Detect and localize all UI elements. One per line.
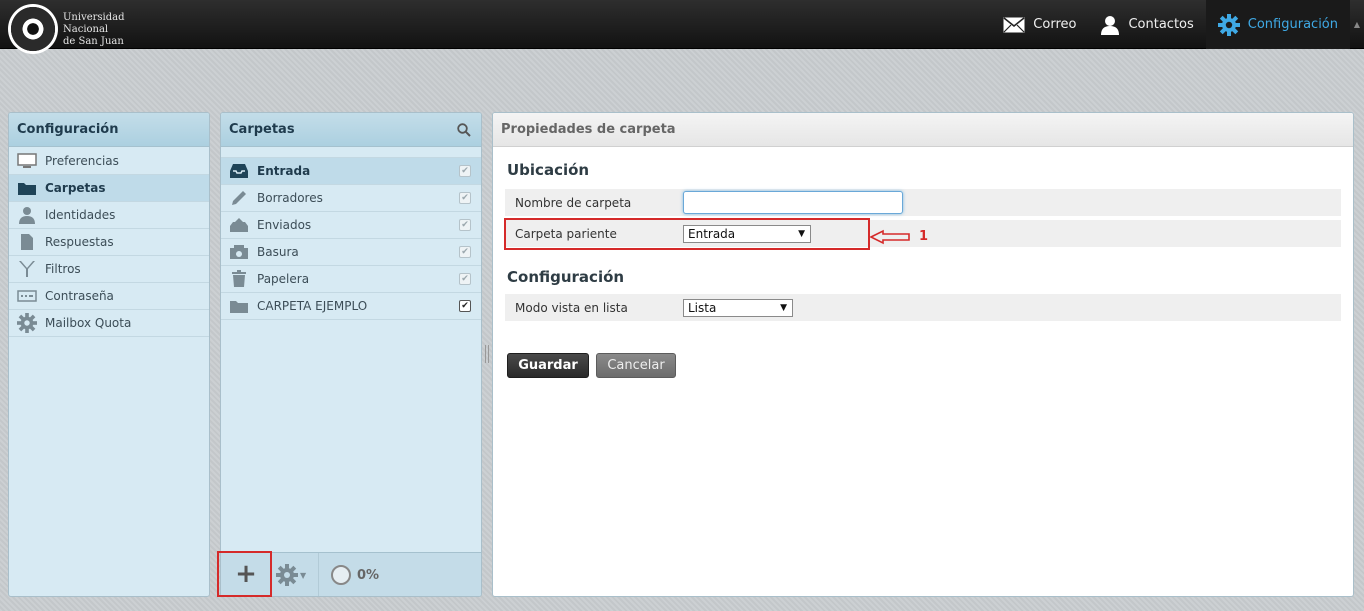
subscription-checkbox[interactable]: ✔ bbox=[459, 165, 471, 177]
cancel-button[interactable]: Cancelar bbox=[596, 353, 676, 378]
folders-panel: Carpetas Entrada ✔ Borradores ✔ Enviados… bbox=[220, 112, 482, 597]
monitor-icon bbox=[17, 152, 37, 170]
settings-item-label: Identidades bbox=[45, 208, 116, 222]
university-name: Universidad Nacional de San Juan bbox=[63, 12, 125, 48]
folder-actions-menu-button[interactable]: ▼ bbox=[276, 562, 316, 588]
folder-item-drafts[interactable]: Borradores ✔ bbox=[221, 185, 481, 212]
settings-item-label: Carpetas bbox=[45, 181, 106, 195]
folder-name-label: Nombre de carpeta bbox=[515, 195, 632, 210]
settings-item-label: Filtros bbox=[45, 262, 81, 276]
settings-item-password[interactable]: Contraseña bbox=[9, 283, 209, 310]
nav-mail[interactable]: Correo bbox=[991, 0, 1088, 49]
folder-item-inbox[interactable]: Entrada ✔ bbox=[221, 158, 481, 185]
folder-item-trash[interactable]: Papelera ✔ bbox=[221, 266, 481, 293]
settings-item-filters[interactable]: Filtros bbox=[9, 256, 209, 283]
filter-icon bbox=[17, 260, 37, 278]
junk-icon bbox=[229, 243, 249, 261]
settings-item-label: Mailbox Quota bbox=[45, 316, 132, 330]
brand-line-1: Universidad bbox=[63, 12, 125, 23]
parent-folder-highlight bbox=[504, 218, 870, 250]
folder-item-label: Borradores bbox=[257, 191, 323, 205]
folder-item-label: Entrada bbox=[257, 164, 311, 178]
folder-icon bbox=[229, 297, 249, 315]
settings-item-identities[interactable]: Identidades bbox=[9, 202, 209, 229]
panel-resize-handle[interactable] bbox=[485, 345, 489, 363]
user-icon bbox=[17, 206, 37, 224]
dropdown-arrow-icon: ▼ bbox=[780, 302, 787, 313]
settings-panel: Configuración Preferencias Carpetas Iden… bbox=[8, 112, 210, 597]
settings-item-folders[interactable]: Carpetas bbox=[9, 175, 209, 202]
subscription-checkbox[interactable]: ✔ bbox=[459, 192, 471, 204]
university-seal-icon bbox=[8, 4, 58, 54]
subscription-checkbox[interactable]: ✔ bbox=[459, 219, 471, 231]
view-mode-value: Lista bbox=[688, 300, 717, 315]
settings-item-label: Respuestas bbox=[45, 235, 114, 249]
settings-panel-title: Configuración bbox=[9, 113, 209, 147]
nav-mail-label: Correo bbox=[1033, 17, 1077, 32]
add-button-highlight bbox=[217, 551, 272, 597]
subscription-checkbox[interactable]: ✔ bbox=[459, 273, 471, 285]
folder-item-example[interactable]: CARPETA EJEMPLO ✔ bbox=[221, 293, 481, 320]
sent-icon bbox=[229, 216, 249, 234]
view-mode-row: Modo vista en lista Lista ▼ bbox=[505, 294, 1341, 321]
trash-icon bbox=[229, 270, 249, 288]
nav-contacts-label: Contactos bbox=[1128, 17, 1194, 32]
envelope-icon bbox=[1003, 16, 1025, 32]
password-icon bbox=[17, 287, 37, 305]
chevron-down-icon: ▼ bbox=[300, 570, 307, 580]
settings-item-mailbox-quota[interactable]: Mailbox Quota bbox=[9, 310, 209, 337]
top-navigation: Correo Contactos Configuración ▲ bbox=[991, 0, 1364, 49]
view-mode-select[interactable]: Lista ▼ bbox=[683, 298, 793, 317]
save-button[interactable]: Guardar bbox=[507, 353, 589, 378]
folder-name-row: Nombre de carpeta bbox=[505, 189, 1341, 216]
inbox-icon bbox=[229, 162, 249, 180]
university-logo[interactable]: Universidad Nacional de San Juan bbox=[8, 4, 125, 54]
quota-value: 0% bbox=[357, 567, 380, 583]
folders-panel-title: Carpetas bbox=[221, 113, 481, 147]
gear-icon bbox=[17, 313, 37, 333]
folder-item-label: Basura bbox=[257, 245, 299, 259]
brand-line-3: de San Juan bbox=[63, 36, 124, 47]
folder-item-label: CARPETA EJEMPLO bbox=[257, 299, 368, 313]
properties-title: Propiedades de carpeta bbox=[493, 113, 1353, 147]
top-bar: Universidad Nacional de San Juan Correo … bbox=[0, 0, 1364, 54]
nav-caret-icon[interactable]: ▲ bbox=[1350, 0, 1364, 49]
folder-name-input[interactable] bbox=[683, 191, 903, 214]
folder-properties-panel: Propiedades de carpeta Ubicación Nombre … bbox=[492, 112, 1354, 597]
settings-item-label: Preferencias bbox=[45, 154, 119, 168]
folder-item-sent[interactable]: Enviados ✔ bbox=[221, 212, 481, 239]
nav-settings-label: Configuración bbox=[1247, 17, 1338, 32]
settings-item-preferences[interactable]: Preferencias bbox=[9, 148, 209, 175]
search-icon[interactable] bbox=[457, 123, 471, 137]
folder-item-label: Enviados bbox=[257, 218, 312, 232]
pencil-icon bbox=[229, 189, 249, 207]
arrow-left-icon bbox=[869, 229, 910, 245]
view-mode-label: Modo vista en lista bbox=[515, 300, 628, 315]
annotation-number: 1 bbox=[919, 229, 929, 244]
folder-list: Entrada ✔ Borradores ✔ Enviados ✔ Basura… bbox=[221, 157, 481, 320]
folder-item-junk[interactable]: Basura ✔ bbox=[221, 239, 481, 266]
folders-title-label: Carpetas bbox=[229, 122, 295, 137]
gear-icon bbox=[276, 564, 298, 586]
mailbox-quota: 0% bbox=[331, 553, 380, 596]
user-icon bbox=[1101, 15, 1120, 35]
folder-icon bbox=[17, 179, 37, 197]
subscription-checkbox[interactable]: ✔ bbox=[459, 300, 471, 312]
nav-contacts[interactable]: Contactos bbox=[1088, 0, 1205, 49]
nav-settings[interactable]: Configuración bbox=[1205, 0, 1350, 49]
settings-item-label: Contraseña bbox=[45, 289, 114, 303]
config-section-title: Configuración bbox=[507, 268, 625, 286]
quota-pie-icon bbox=[331, 565, 351, 585]
gear-icon bbox=[1217, 13, 1240, 36]
brand-line-2: Nacional bbox=[63, 24, 109, 35]
settings-item-responses[interactable]: Respuestas bbox=[9, 229, 209, 256]
toolbar-divider bbox=[318, 553, 319, 596]
subscription-checkbox[interactable]: ✔ bbox=[459, 246, 471, 258]
document-icon bbox=[17, 233, 37, 251]
location-section-title: Ubicación bbox=[507, 161, 590, 179]
folder-item-label: Papelera bbox=[257, 272, 310, 286]
